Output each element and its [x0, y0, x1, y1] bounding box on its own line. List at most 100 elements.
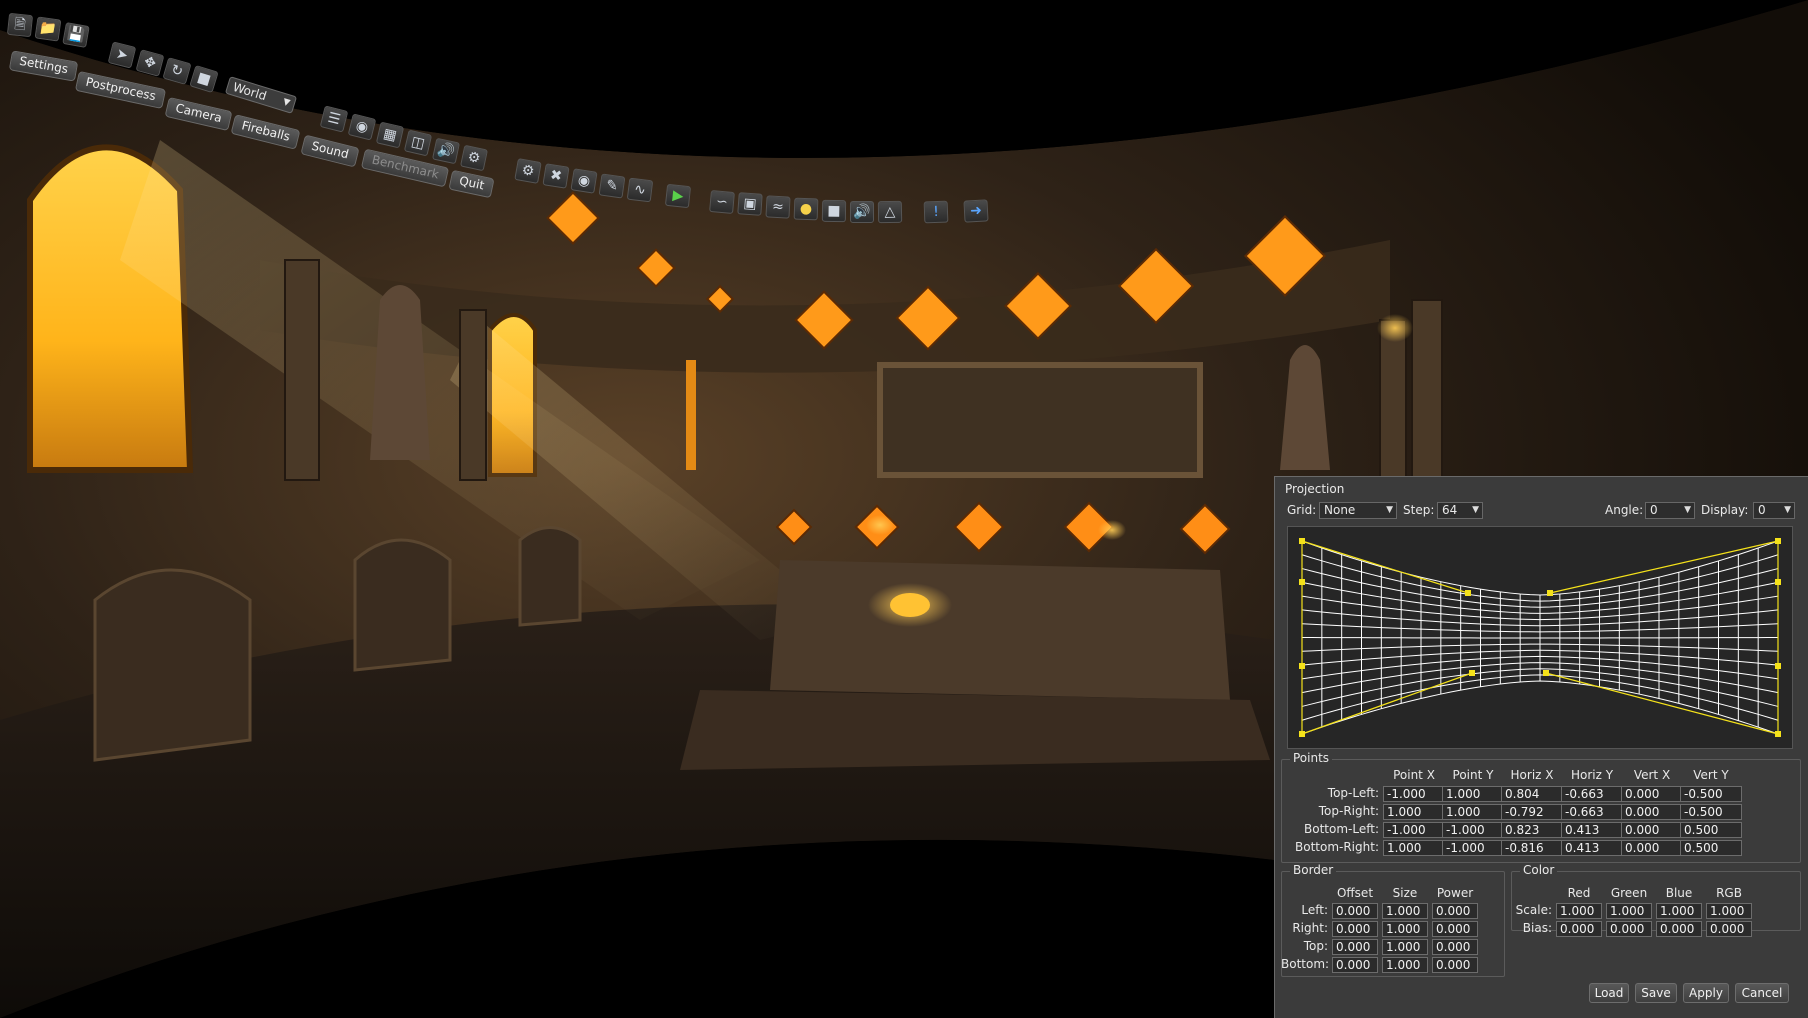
- cancel-button[interactable]: Cancel: [1735, 983, 1789, 1003]
- points-value-field[interactable]: -0.792: [1501, 804, 1563, 820]
- particles-icon[interactable]: ◉: [570, 168, 598, 194]
- projection-grid-preview[interactable]: [1287, 526, 1793, 749]
- points-value-field[interactable]: -0.663: [1561, 786, 1623, 802]
- border-value-field[interactable]: 0.000: [1432, 939, 1478, 955]
- border-title: Border: [1290, 863, 1337, 877]
- color-value-field[interactable]: 1.000: [1706, 903, 1752, 919]
- control-point[interactable]: [1775, 663, 1781, 669]
- points-value-field[interactable]: -0.663: [1561, 804, 1623, 820]
- color-value-field[interactable]: 1.000: [1656, 903, 1702, 919]
- control-point[interactable]: [1299, 663, 1305, 669]
- border-value-field[interactable]: 0.000: [1432, 921, 1478, 937]
- border-value-field[interactable]: 1.000: [1382, 903, 1428, 919]
- control-point[interactable]: [1465, 590, 1471, 596]
- new-file-icon[interactable]: 🗎: [6, 12, 34, 38]
- control-point[interactable]: [1775, 731, 1781, 737]
- grid-select-value: None: [1324, 503, 1356, 517]
- border-value-field[interactable]: 0.000: [1432, 957, 1478, 973]
- points-col-header: Horiz X: [1510, 768, 1554, 782]
- points-value-field[interactable]: -0.500: [1680, 786, 1742, 802]
- points-value-field[interactable]: 0.413: [1561, 840, 1623, 856]
- control-point[interactable]: [1299, 538, 1305, 544]
- points-value-field[interactable]: 1.000: [1383, 804, 1445, 820]
- speaker-icon[interactable]: 🔊: [431, 137, 461, 165]
- display-select[interactable]: 0 ▼: [1753, 502, 1795, 519]
- points-value-field[interactable]: -1.000: [1442, 822, 1504, 838]
- gears-icon[interactable]: ⚙: [459, 144, 489, 172]
- color-col-header: Green: [1610, 886, 1648, 900]
- points-value-field[interactable]: -1.000: [1442, 840, 1504, 856]
- path-icon[interactable]: ∽: [709, 189, 735, 215]
- control-point[interactable]: [1775, 538, 1781, 544]
- points-col-header: Horiz Y: [1570, 768, 1614, 782]
- control-point[interactable]: [1543, 670, 1549, 676]
- color-value-field[interactable]: 0.000: [1656, 921, 1702, 937]
- border-value-field[interactable]: 0.000: [1332, 921, 1378, 937]
- angle-label: Angle:: [1605, 503, 1644, 517]
- color-value-field[interactable]: 1.000: [1556, 903, 1602, 919]
- load-button[interactable]: Load: [1589, 983, 1629, 1003]
- points-value-field[interactable]: -1.000: [1383, 786, 1445, 802]
- sound-source-icon[interactable]: 🔊: [850, 201, 874, 223]
- editor-icon[interactable]: ✎: [598, 173, 626, 199]
- border-value-field[interactable]: 0.000: [1332, 939, 1378, 955]
- chevron-down-icon: ▼: [1472, 505, 1479, 515]
- play-icon[interactable]: ▶: [664, 183, 692, 209]
- color-value-field[interactable]: 0.000: [1606, 921, 1652, 937]
- save-icon[interactable]: 💾: [62, 22, 90, 48]
- control-point[interactable]: [1775, 579, 1781, 585]
- points-value-field[interactable]: 1.000: [1442, 804, 1504, 820]
- points-col-header: Point Y: [1452, 768, 1494, 782]
- points-value-field[interactable]: 0.000: [1621, 786, 1683, 802]
- control-point[interactable]: [1547, 590, 1553, 596]
- border-value-field[interactable]: 0.000: [1332, 957, 1378, 973]
- border-value-field[interactable]: 1.000: [1382, 921, 1428, 937]
- border-value-field[interactable]: 0.000: [1432, 903, 1478, 919]
- control-point[interactable]: [1469, 670, 1475, 676]
- control-point[interactable]: [1299, 731, 1305, 737]
- points-value-field[interactable]: 0.500: [1680, 840, 1742, 856]
- export-icon[interactable]: ➜: [963, 199, 989, 223]
- terrain-icon[interactable]: ≈: [765, 195, 791, 219]
- chevron-down-icon: ▼: [1684, 505, 1691, 515]
- points-value-field[interactable]: 0.000: [1621, 840, 1683, 856]
- points-value-field[interactable]: 0.823: [1501, 822, 1563, 838]
- points-value-field[interactable]: 0.413: [1561, 822, 1623, 838]
- color-value-field[interactable]: 0.000: [1706, 921, 1752, 937]
- open-folder-icon[interactable]: 📁: [34, 16, 62, 42]
- color-value-field[interactable]: 1.000: [1606, 903, 1652, 919]
- light-icon[interactable]: ●: [793, 197, 819, 221]
- alert-icon[interactable]: !: [923, 200, 949, 224]
- points-value-field[interactable]: 1.000: [1383, 840, 1445, 856]
- points-title: Points: [1290, 751, 1333, 765]
- border-value-field[interactable]: 1.000: [1382, 939, 1428, 955]
- step-select[interactable]: 64 ▼: [1437, 502, 1483, 519]
- color-row-label: Scale:: [1515, 903, 1552, 917]
- points-value-field[interactable]: 0.000: [1621, 822, 1683, 838]
- points-value-field[interactable]: 0.804: [1501, 786, 1563, 802]
- border-value-field[interactable]: 1.000: [1382, 957, 1428, 973]
- building-icon[interactable]: ■: [821, 199, 847, 223]
- tools-icon[interactable]: ✖: [542, 163, 570, 189]
- points-value-field[interactable]: -0.500: [1680, 804, 1742, 820]
- points-value-field[interactable]: -0.816: [1501, 840, 1563, 856]
- save-button[interactable]: Save: [1635, 983, 1677, 1003]
- graph-icon[interactable]: ∿: [626, 177, 654, 203]
- points-value-field[interactable]: 0.000: [1621, 804, 1683, 820]
- points-value-field[interactable]: 0.500: [1680, 822, 1742, 838]
- control-point[interactable]: [1299, 579, 1305, 585]
- border-value-field[interactable]: 0.000: [1332, 903, 1378, 919]
- grid-row-line: [1301, 674, 1779, 721]
- points-value-field[interactable]: 1.000: [1442, 786, 1504, 802]
- color-value-field[interactable]: 0.000: [1556, 921, 1602, 937]
- render-settings-icon[interactable]: ⚙: [514, 158, 542, 184]
- control-handle-line: [1301, 672, 1473, 735]
- angle-select[interactable]: 0 ▼: [1645, 502, 1695, 519]
- points-value-field[interactable]: -1.000: [1383, 822, 1445, 838]
- points-col-header: Vert Y: [1693, 768, 1729, 782]
- box-icon[interactable]: ▣: [737, 192, 763, 216]
- apply-button[interactable]: Apply: [1683, 983, 1729, 1003]
- warp-grid[interactable]: [1288, 527, 1792, 748]
- plane-icon[interactable]: △: [877, 200, 903, 224]
- grid-select[interactable]: None ▼: [1319, 502, 1397, 519]
